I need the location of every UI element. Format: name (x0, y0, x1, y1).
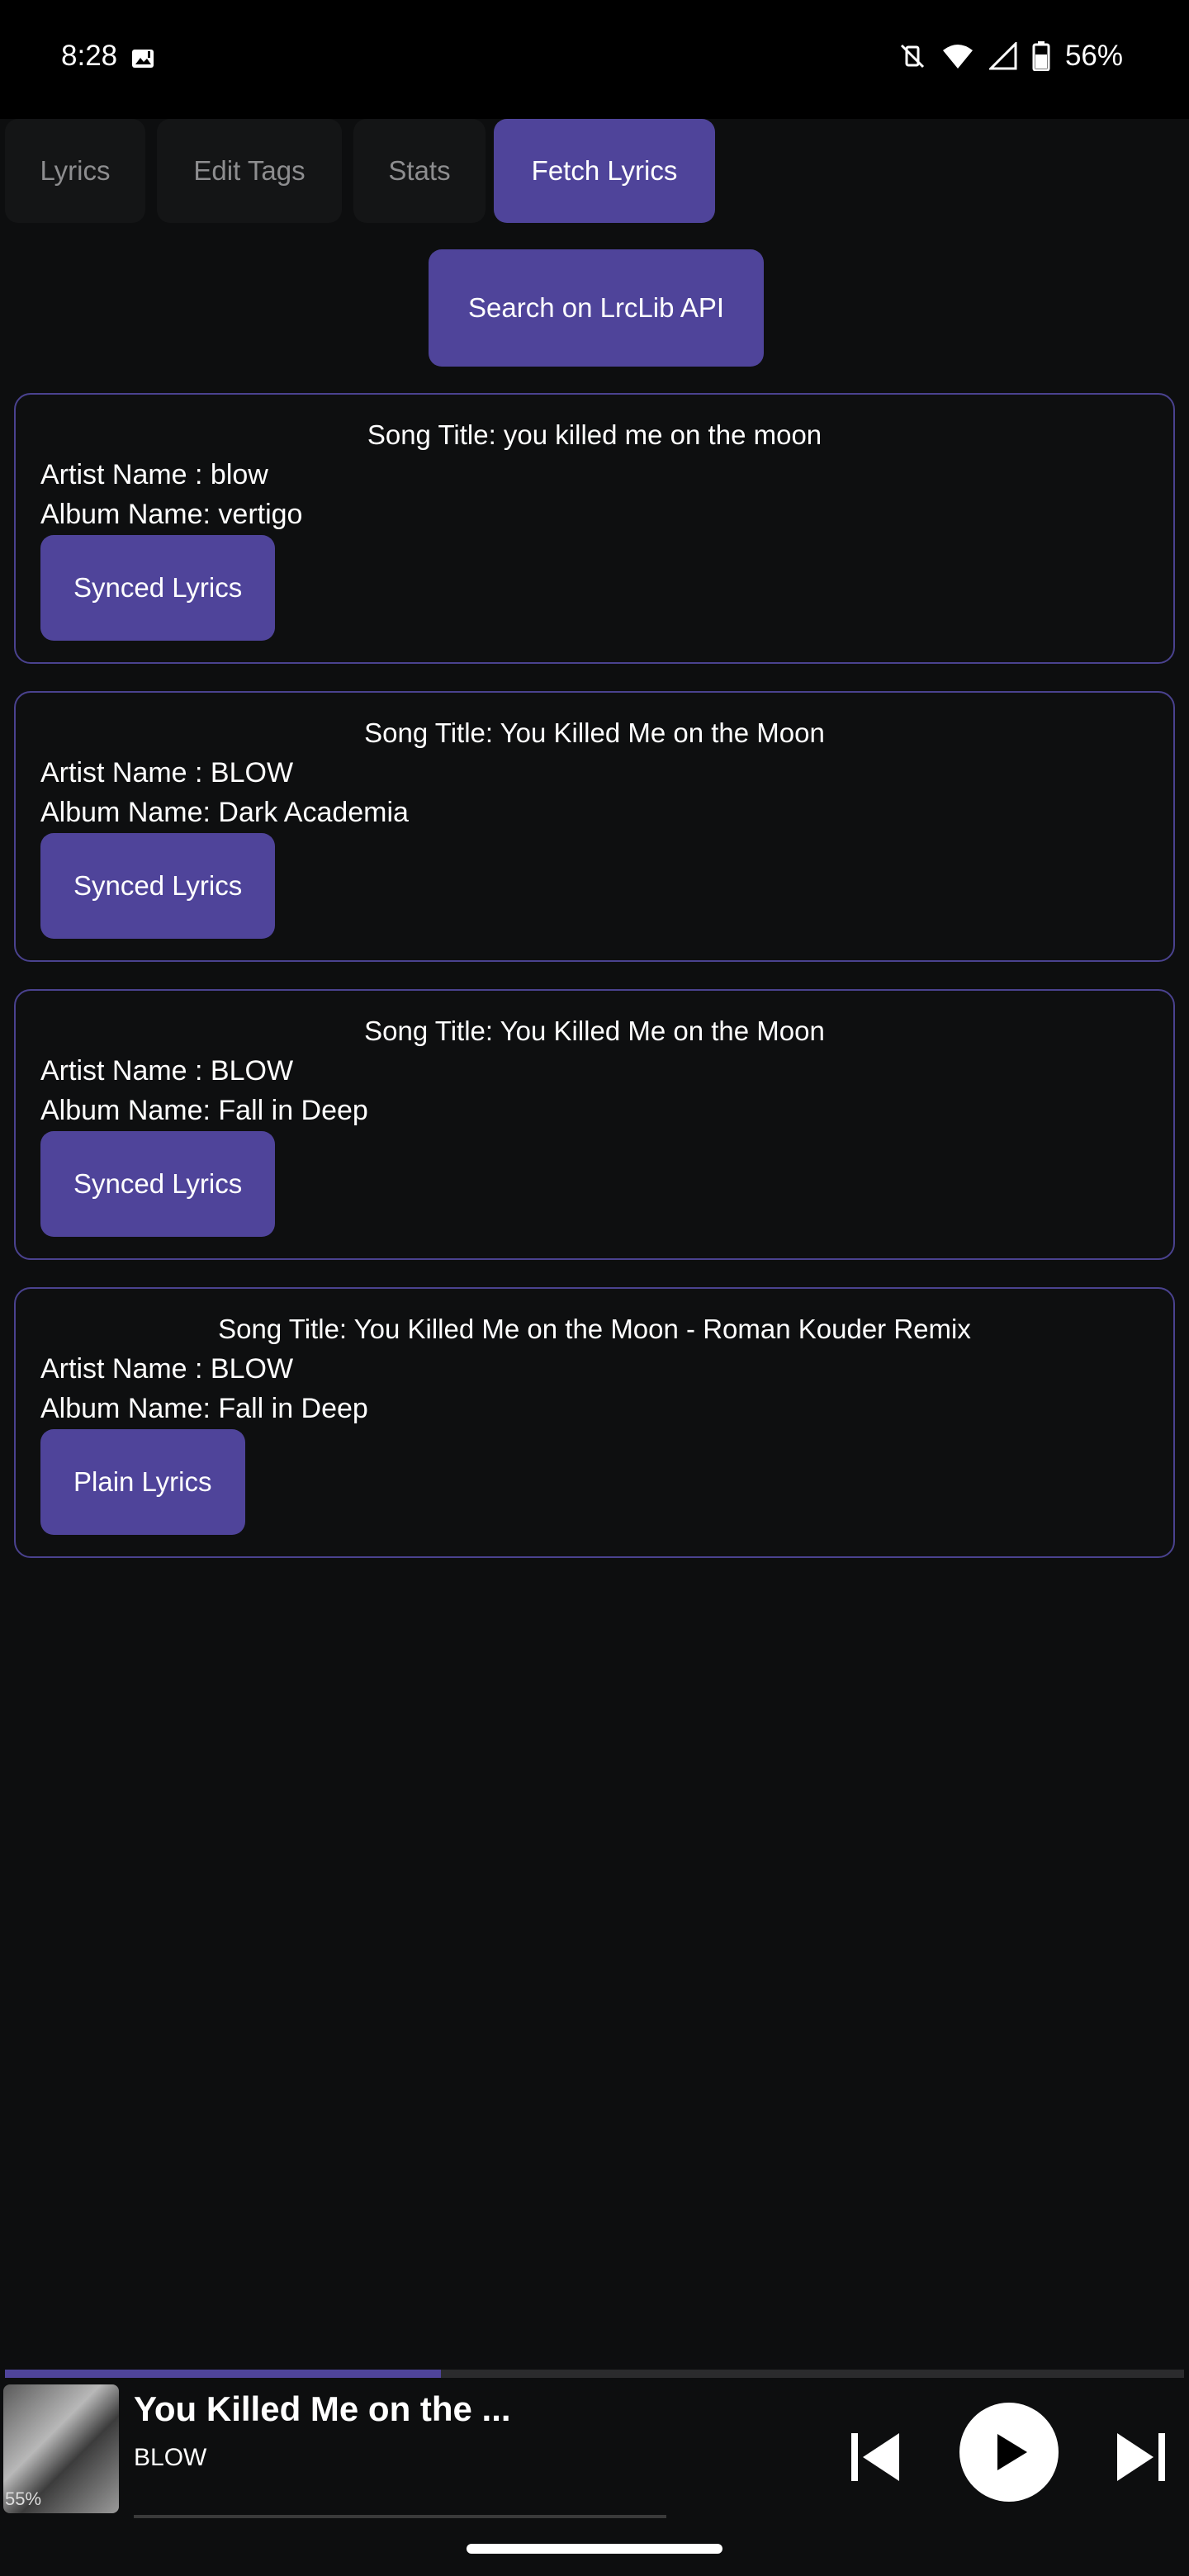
previous-track-button[interactable] (836, 2417, 915, 2497)
album-name: Album Name: Fall in Deep (40, 1393, 368, 1424)
status-bar: 8:28 56% (0, 0, 1189, 119)
synced-lyrics-button[interactable]: Synced Lyrics (40, 1131, 276, 1237)
synced-lyrics-button[interactable]: Synced Lyrics (40, 833, 276, 939)
skip-previous-icon (851, 2433, 899, 2481)
wifi-icon (942, 45, 973, 69)
next-track-button[interactable] (1101, 2417, 1181, 2497)
album-art-label: 55% (5, 2488, 42, 2509)
plain-lyrics-button[interactable]: Plain Lyrics (40, 1429, 245, 1535)
track-title[interactable]: You Killed Me on the ... (134, 2389, 511, 2429)
result-card: Song Title: you killed me on the moon Ar… (14, 393, 1175, 664)
album-name: Album Name: vertigo (40, 499, 303, 530)
skip-next-icon (1117, 2433, 1165, 2481)
home-indicator[interactable] (467, 2544, 722, 2554)
status-time: 8:28 (61, 40, 118, 72)
album-art[interactable]: 55% (3, 2384, 119, 2513)
track-divider (134, 2515, 666, 2518)
synced-lyrics-button[interactable]: Synced Lyrics (40, 535, 276, 641)
artist-name: Artist Name : blow (40, 459, 268, 490)
tab-edit-tags[interactable]: Edit Tags (157, 119, 342, 223)
track-artist: BLOW (134, 2444, 207, 2471)
result-card: Song Title: You Killed Me on the Moon Ar… (14, 691, 1175, 962)
result-card: Song Title: You Killed Me on the Moon - … (14, 1287, 1175, 1558)
song-title: Song Title: you killed me on the moon (367, 419, 822, 450)
artist-name: Artist Name : BLOW (40, 1055, 294, 1087)
signal-icon (988, 42, 1017, 70)
tab-stats[interactable]: Stats (353, 119, 486, 223)
status-icons: 56% (898, 40, 1123, 73)
album-name: Album Name: Fall in Deep (40, 1095, 368, 1126)
play-button[interactable] (959, 2403, 1059, 2502)
photo-icon (132, 50, 154, 68)
tab-fetch-lyrics[interactable]: Fetch Lyrics (494, 119, 715, 223)
song-title: Song Title: You Killed Me on the Moon (364, 717, 825, 748)
playback-progress-fill (5, 2370, 442, 2378)
search-lrclib-button[interactable]: Search on LrcLib API (429, 249, 764, 367)
battery-icon (1032, 41, 1050, 71)
battery-percent: 56% (1064, 40, 1123, 72)
mini-player[interactable]: 55% You Killed Me on the ... BLOW (0, 2361, 1189, 2523)
artist-name: Artist Name : BLOW (40, 757, 294, 788)
play-icon (997, 2434, 1027, 2470)
album-name: Album Name: Dark Academia (40, 797, 409, 828)
result-card: Song Title: You Killed Me on the Moon Ar… (14, 989, 1175, 1260)
song-title: Song Title: You Killed Me on the Moon (364, 1016, 825, 1046)
artist-name: Artist Name : BLOW (40, 1353, 294, 1385)
tab-lyrics[interactable]: Lyrics (5, 119, 145, 223)
mute-vibrate-icon (900, 44, 924, 69)
playback-progress[interactable] (5, 2370, 1184, 2378)
song-title: Song Title: You Killed Me on the Moon - … (218, 1314, 971, 1344)
tab-bar: Lyrics Edit Tags Stats Fetch Lyrics (0, 119, 1189, 223)
